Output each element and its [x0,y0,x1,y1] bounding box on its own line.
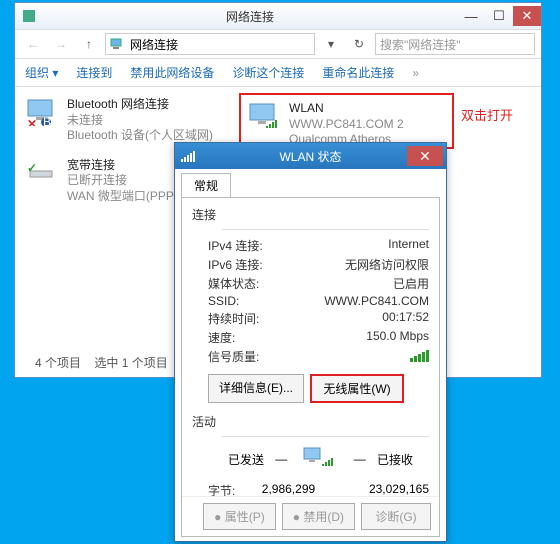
titlebar[interactable]: 网络连接 — ☐ ✕ [15,3,541,29]
dialog-close-button[interactable]: ✕ [407,146,443,166]
connection-wlan-highlighted: WLAN WWW.PC841.COM 2 Qualcomm Atheros AR… [239,93,454,149]
diagnose-button[interactable]: 诊断这个连接 [232,64,304,81]
monitor-icon [247,101,283,131]
window-title: 网络连接 [43,8,457,25]
maximize-button[interactable]: ☐ [485,6,513,26]
signal-label: 信号质量: [208,348,410,365]
ipv4-value: Internet [388,237,429,254]
conn-name: WLAN [289,101,446,117]
svg-text:✕: ✕ [27,117,37,126]
signal-strength-icon [410,348,429,362]
divider [222,229,429,230]
connection-bluetooth[interactable]: ✕B Bluetooth 网络连接 未连接 Bluetooth 设备(个人区域网… [21,93,231,148]
address-bar[interactable]: 网络连接 [105,33,315,55]
tab-strip: 常规 [175,169,446,197]
search-input[interactable]: 搜索"网络连接" [375,33,535,55]
properties-button[interactable]: ● 属性(P) [203,503,276,530]
refresh-button[interactable]: ↻ [347,33,371,55]
rename-button[interactable]: 重命名此连接 [322,64,394,81]
ipv4-label: IPv4 连接: [208,237,388,254]
disable-button[interactable]: ● 禁用(D) [282,503,355,530]
ssid-label: SSID: [208,294,324,308]
speed-value: 150.0 Mbps [366,329,429,346]
dialog-title: WLAN 状态 [175,148,446,165]
netadapter-icon [110,38,124,50]
svg-text:B: B [43,115,51,126]
item-count: 4 个项目 [35,356,81,370]
connect-button[interactable]: 连接到 [76,64,112,81]
dash: — [275,452,287,466]
dropdown-button[interactable]: ▾ [319,33,343,55]
disable-button[interactable]: 禁用此网络设备 [130,64,214,81]
minimize-button[interactable]: — [457,6,485,26]
nav-forward-button[interactable]: → [49,33,73,55]
command-bar: 组织 ▾ 连接到 禁用此网络设备 诊断这个连接 重命名此连接 » [15,59,541,87]
netadapter-icon [23,10,35,22]
section-connection-header: 连接 [192,206,429,223]
speed-label: 速度: [208,329,366,346]
tab-general[interactable]: 常规 [181,173,231,197]
dash: — [354,452,366,466]
wireless-properties-button[interactable]: 无线属性(W) [310,374,404,403]
overflow-button[interactable]: » [412,66,419,80]
organize-menu[interactable]: 组织 ▾ [25,64,58,81]
media-label: 媒体状态: [208,275,393,292]
divider [222,436,429,437]
conn-status: WWW.PC841.COM 2 [289,117,446,133]
conn-name: Bluetooth 网络连接 [67,97,227,113]
broadband-icon: ✓ [25,158,61,188]
svg-text:✓: ✓ [27,161,37,175]
ipv6-label: IPv6 连接: [208,256,345,273]
sent-label: 已发送 [228,451,264,468]
diagnose-button[interactable]: 诊断(G) [361,503,431,530]
received-label: 已接收 [377,451,413,468]
section-activity-header: 活动 [192,413,429,430]
wlan-status-dialog: WLAN 状态 ✕ 常规 连接 IPv4 连接:Internet IPv6 连接… [174,142,447,542]
nav-back-button[interactable]: ← [21,33,45,55]
nav-bar: ← → ↑ 网络连接 ▾ ↻ 搜索"网络连接" [15,29,541,59]
annotation-text: 双击打开 [461,105,513,124]
path-segment[interactable]: 网络连接 [130,36,178,53]
dialog-footer: ● 属性(P) ● 禁用(D) 诊断(G) [182,496,439,536]
dialog-titlebar[interactable]: WLAN 状态 ✕ [175,143,446,169]
duration-value: 00:17:52 [382,310,429,327]
details-button[interactable]: 详细信息(E)... [208,374,304,403]
monitor-icon: ✕B [25,97,61,127]
nav-up-button[interactable]: ↑ [77,33,101,55]
media-value: 已启用 [393,275,429,292]
conn-status: 未连接 [67,113,227,129]
duration-label: 持续时间: [208,310,382,327]
status-bar: 4 个项目 选中 1 个项目 [35,354,168,371]
tab-panel: 连接 IPv4 连接:Internet IPv6 连接:无网络访问权限 媒体状态… [181,197,440,537]
selection-count: 选中 1 个项目 [94,356,167,370]
close-button[interactable]: ✕ [513,6,541,26]
activity-icon [298,443,342,475]
ipv6-value: 无网络访问权限 [345,256,429,273]
ssid-value: WWW.PC841.COM [324,294,429,308]
